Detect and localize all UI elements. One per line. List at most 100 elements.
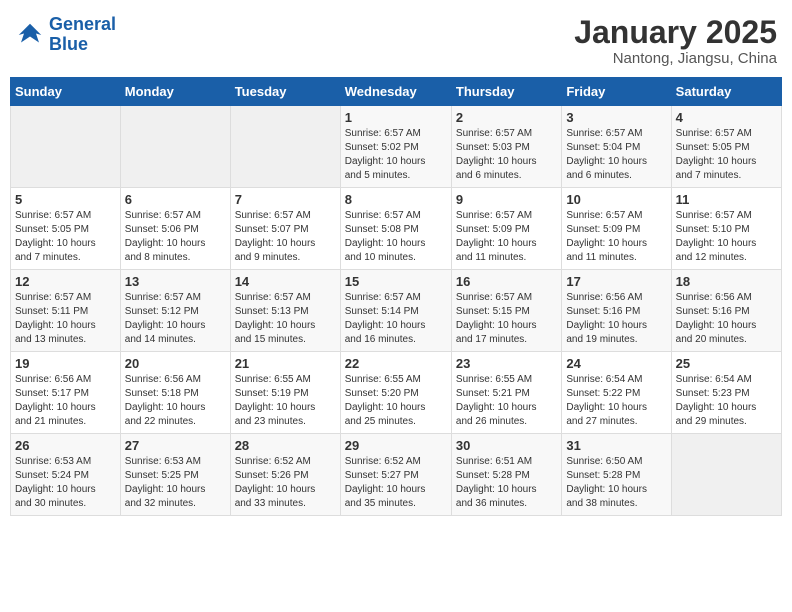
calendar-week-4: 19 Sunrise: 6:56 AM Sunset: 5:17 PM Dayli… — [11, 352, 782, 434]
day-info: Sunrise: 6:57 AM Sunset: 5:10 PM Dayligh… — [676, 209, 777, 265]
calendar-cell: 24 Sunrise: 6:54 AM Sunset: 5:22 PM Dayli… — [562, 352, 671, 434]
logo-blue: Blue — [49, 34, 88, 54]
day-number: 27 — [125, 438, 226, 453]
day-info: Sunrise: 6:53 AM Sunset: 5:24 PM Dayligh… — [15, 455, 116, 511]
calendar-cell: 4 Sunrise: 6:57 AM Sunset: 5:05 PM Daylig… — [671, 106, 781, 188]
col-header-thursday: Thursday — [451, 78, 561, 106]
day-number: 2 — [456, 110, 557, 125]
calendar-cell: 1 Sunrise: 6:57 AM Sunset: 5:02 PM Daylig… — [340, 106, 451, 188]
location: Nantong, Jiangsu, China — [574, 50, 777, 67]
col-header-friday: Friday — [562, 78, 671, 106]
day-number: 4 — [676, 110, 777, 125]
day-number: 31 — [566, 438, 666, 453]
calendar-week-2: 5 Sunrise: 6:57 AM Sunset: 5:05 PM Daylig… — [11, 188, 782, 270]
day-number: 15 — [345, 274, 447, 289]
day-number: 20 — [125, 356, 226, 371]
calendar-table: SundayMondayTuesdayWednesdayThursdayFrid… — [10, 77, 782, 516]
day-info: Sunrise: 6:54 AM Sunset: 5:22 PM Dayligh… — [566, 373, 666, 429]
day-info: Sunrise: 6:57 AM Sunset: 5:11 PM Dayligh… — [15, 291, 116, 347]
day-info: Sunrise: 6:56 AM Sunset: 5:17 PM Dayligh… — [15, 373, 116, 429]
logo-general: General — [49, 14, 116, 34]
day-info: Sunrise: 6:57 AM Sunset: 5:14 PM Dayligh… — [345, 291, 447, 347]
day-number: 29 — [345, 438, 447, 453]
day-info: Sunrise: 6:56 AM Sunset: 5:16 PM Dayligh… — [676, 291, 777, 347]
calendar-cell — [120, 106, 230, 188]
calendar-cell: 25 Sunrise: 6:54 AM Sunset: 5:23 PM Dayli… — [671, 352, 781, 434]
calendar-cell: 3 Sunrise: 6:57 AM Sunset: 5:04 PM Daylig… — [562, 106, 671, 188]
calendar-week-5: 26 Sunrise: 6:53 AM Sunset: 5:24 PM Dayli… — [11, 434, 782, 516]
day-number: 23 — [456, 356, 557, 371]
day-number: 5 — [15, 192, 116, 207]
day-info: Sunrise: 6:57 AM Sunset: 5:08 PM Dayligh… — [345, 209, 447, 265]
calendar-cell: 2 Sunrise: 6:57 AM Sunset: 5:03 PM Daylig… — [451, 106, 561, 188]
month-title: January 2025 — [574, 15, 777, 50]
day-number: 3 — [566, 110, 666, 125]
calendar-cell: 22 Sunrise: 6:55 AM Sunset: 5:20 PM Dayli… — [340, 352, 451, 434]
day-number: 25 — [676, 356, 777, 371]
col-header-tuesday: Tuesday — [230, 78, 340, 106]
calendar-cell — [671, 434, 781, 516]
calendar-cell: 10Sunrise: 6:57 AM Sunset: 5:09 PM Dayli… — [562, 188, 671, 270]
day-info: Sunrise: 6:57 AM Sunset: 5:06 PM Dayligh… — [125, 209, 226, 265]
col-header-monday: Monday — [120, 78, 230, 106]
calendar-week-1: 1 Sunrise: 6:57 AM Sunset: 5:02 PM Daylig… — [11, 106, 782, 188]
day-info: Sunrise: 6:57 AM Sunset: 5:07 PM Dayligh… — [235, 209, 336, 265]
day-number: 26 — [15, 438, 116, 453]
calendar-cell: 17Sunrise: 6:56 AM Sunset: 5:16 PM Dayli… — [562, 270, 671, 352]
calendar-cell: 7 Sunrise: 6:57 AM Sunset: 5:07 PM Daylig… — [230, 188, 340, 270]
day-number: 8 — [345, 192, 447, 207]
calendar-cell: 6Sunrise: 6:57 AM Sunset: 5:06 PM Daylig… — [120, 188, 230, 270]
day-number: 10 — [566, 192, 666, 207]
day-number: 14 — [235, 274, 336, 289]
calendar-cell: 29 Sunrise: 6:52 AM Sunset: 5:27 PM Dayli… — [340, 434, 451, 516]
day-info: Sunrise: 6:50 AM Sunset: 5:28 PM Dayligh… — [566, 455, 666, 511]
calendar-cell: 19 Sunrise: 6:56 AM Sunset: 5:17 PM Dayli… — [11, 352, 121, 434]
logo-text: General Blue — [49, 15, 116, 55]
day-number: 7 — [235, 192, 336, 207]
calendar-cell — [11, 106, 121, 188]
day-info: Sunrise: 6:57 AM Sunset: 5:04 PM Dayligh… — [566, 127, 666, 183]
day-number: 13 — [125, 274, 226, 289]
day-info: Sunrise: 6:57 AM Sunset: 5:15 PM Dayligh… — [456, 291, 557, 347]
col-header-saturday: Saturday — [671, 78, 781, 106]
calendar-cell: 5 Sunrise: 6:57 AM Sunset: 5:05 PM Daylig… — [11, 188, 121, 270]
day-number: 24 — [566, 356, 666, 371]
calendar-cell: 16 Sunrise: 6:57 AM Sunset: 5:15 PM Dayli… — [451, 270, 561, 352]
day-info: Sunrise: 6:57 AM Sunset: 5:02 PM Dayligh… — [345, 127, 447, 183]
day-info: Sunrise: 6:57 AM Sunset: 5:13 PM Dayligh… — [235, 291, 336, 347]
day-number: 22 — [345, 356, 447, 371]
calendar-cell: 26 Sunrise: 6:53 AM Sunset: 5:24 PM Dayli… — [11, 434, 121, 516]
day-number: 17 — [566, 274, 666, 289]
day-info: Sunrise: 6:52 AM Sunset: 5:27 PM Dayligh… — [345, 455, 447, 511]
day-number: 12 — [15, 274, 116, 289]
calendar-cell: 23Sunrise: 6:55 AM Sunset: 5:21 PM Dayli… — [451, 352, 561, 434]
calendar-week-3: 12 Sunrise: 6:57 AM Sunset: 5:11 PM Dayli… — [11, 270, 782, 352]
calendar-cell: 18Sunrise: 6:56 AM Sunset: 5:16 PM Dayli… — [671, 270, 781, 352]
day-number: 21 — [235, 356, 336, 371]
calendar-cell — [230, 106, 340, 188]
day-info: Sunrise: 6:55 AM Sunset: 5:19 PM Dayligh… — [235, 373, 336, 429]
day-info: Sunrise: 6:57 AM Sunset: 5:05 PM Dayligh… — [676, 127, 777, 183]
day-info: Sunrise: 6:54 AM Sunset: 5:23 PM Dayligh… — [676, 373, 777, 429]
day-info: Sunrise: 6:57 AM Sunset: 5:05 PM Dayligh… — [15, 209, 116, 265]
calendar-cell: 30Sunrise: 6:51 AM Sunset: 5:28 PM Dayli… — [451, 434, 561, 516]
calendar-header-row: SundayMondayTuesdayWednesdayThursdayFrid… — [11, 78, 782, 106]
day-info: Sunrise: 6:52 AM Sunset: 5:26 PM Dayligh… — [235, 455, 336, 511]
day-info: Sunrise: 6:55 AM Sunset: 5:20 PM Dayligh… — [345, 373, 447, 429]
day-number: 1 — [345, 110, 447, 125]
calendar-cell: 8 Sunrise: 6:57 AM Sunset: 5:08 PM Daylig… — [340, 188, 451, 270]
col-header-wednesday: Wednesday — [340, 78, 451, 106]
day-info: Sunrise: 6:57 AM Sunset: 5:09 PM Dayligh… — [456, 209, 557, 265]
logo: General Blue — [15, 15, 116, 55]
calendar-cell: 15 Sunrise: 6:57 AM Sunset: 5:14 PM Dayli… — [340, 270, 451, 352]
day-number: 30 — [456, 438, 557, 453]
day-info: Sunrise: 6:53 AM Sunset: 5:25 PM Dayligh… — [125, 455, 226, 511]
day-number: 16 — [456, 274, 557, 289]
calendar-cell: 12 Sunrise: 6:57 AM Sunset: 5:11 PM Dayli… — [11, 270, 121, 352]
calendar-cell: 13 Sunrise: 6:57 AM Sunset: 5:12 PM Dayli… — [120, 270, 230, 352]
calendar-cell: 14 Sunrise: 6:57 AM Sunset: 5:13 PM Dayli… — [230, 270, 340, 352]
day-number: 9 — [456, 192, 557, 207]
day-number: 19 — [15, 356, 116, 371]
day-info: Sunrise: 6:57 AM Sunset: 5:12 PM Dayligh… — [125, 291, 226, 347]
day-info: Sunrise: 6:57 AM Sunset: 5:03 PM Dayligh… — [456, 127, 557, 183]
